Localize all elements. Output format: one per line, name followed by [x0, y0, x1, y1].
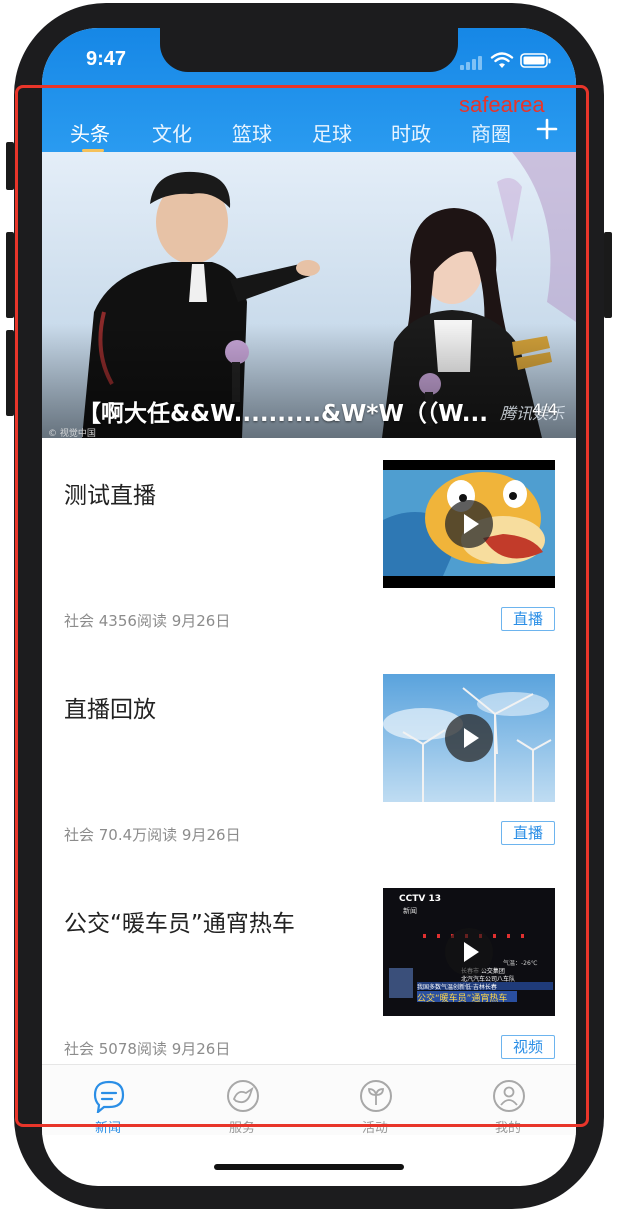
wifi-icon: [490, 52, 514, 68]
battery-icon: [520, 53, 551, 68]
status-time: 9:47: [86, 48, 127, 70]
safearea-outline: [15, 85, 589, 1127]
power-button: [604, 232, 612, 318]
volume-up-button: [6, 232, 14, 318]
home-indicator[interactable]: [214, 1164, 404, 1170]
signal-icon: [460, 54, 486, 70]
safearea-label: safearea: [459, 92, 545, 117]
notch: [160, 28, 458, 72]
mute-switch: [6, 142, 14, 190]
volume-down-button: [6, 330, 14, 416]
